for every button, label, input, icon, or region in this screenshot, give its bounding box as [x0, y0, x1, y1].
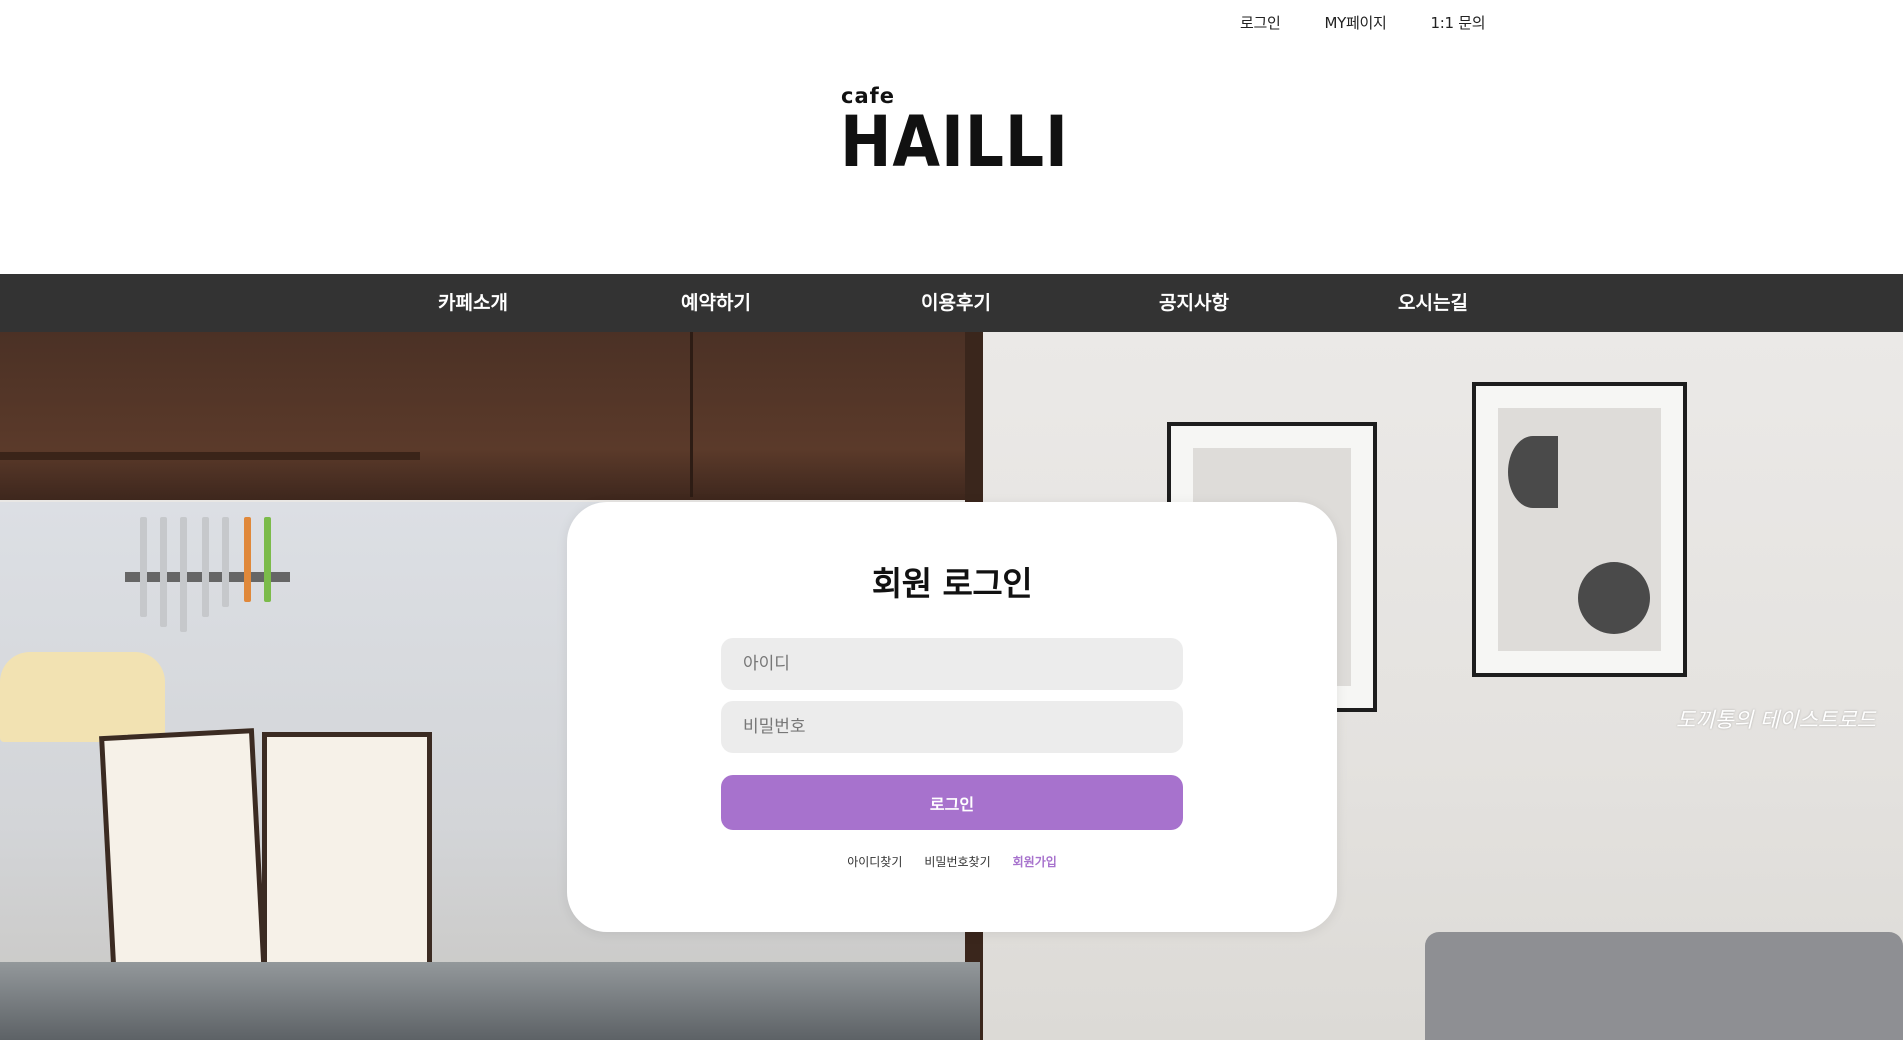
logo-hailli-text: HAILLI: [840, 101, 1069, 183]
site-logo[interactable]: cafe HAILLI: [840, 84, 1070, 184]
wall-art-half-circle: [1508, 436, 1558, 508]
login-card: 회원 로그인 로그인 아이디찾기 비밀번호찾기 회원가입: [567, 502, 1337, 932]
top-utility-links: 로그인 MY페이지 1:1 문의: [1240, 12, 1529, 32]
nav-item-cafe-intro[interactable]: 카페소개: [403, 274, 543, 332]
nav-item-notice[interactable]: 공지사항: [1124, 274, 1264, 332]
knife: [264, 517, 271, 602]
find-password-link[interactable]: 비밀번호찾기: [924, 853, 990, 870]
knife: [140, 517, 147, 617]
signup-link[interactable]: 회원가입: [1013, 853, 1057, 870]
top-inquiry-link[interactable]: 1:1 문의: [1431, 12, 1486, 32]
hero-shelf: [0, 452, 420, 460]
knife: [202, 517, 209, 617]
login-helper-links: 아이디찾기 비밀번호찾기 회원가입: [567, 853, 1337, 870]
top-mypage-link[interactable]: MY페이지: [1325, 12, 1387, 32]
login-id-input[interactable]: [721, 638, 1183, 690]
wall-art-circle: [1578, 562, 1650, 634]
nav-item-reviews[interactable]: 이용후기: [886, 274, 1026, 332]
lamp-shade: [0, 652, 165, 742]
counter: [0, 962, 980, 1040]
wall-art-frame-right: [1472, 382, 1687, 677]
login-submit-button[interactable]: 로그인: [721, 775, 1183, 830]
login-password-input[interactable]: [721, 701, 1183, 753]
knife: [180, 517, 187, 632]
hero-cabinet: [0, 332, 980, 500]
login-title: 회원 로그인: [871, 564, 1033, 603]
photo-watermark: 도끼통의 테이스트로드: [1676, 708, 1876, 732]
top-login-link[interactable]: 로그인: [1240, 12, 1281, 32]
hero-cabinet-divider: [690, 332, 693, 497]
knife: [160, 517, 167, 627]
knife: [244, 517, 251, 602]
sofa: [1425, 932, 1903, 1040]
nav-item-reservation[interactable]: 예약하기: [646, 274, 786, 332]
knife: [222, 517, 229, 607]
main-navigation: 카페소개 예약하기 이용후기 공지사항 오시는길: [0, 274, 1903, 332]
nav-item-directions[interactable]: 오시는길: [1363, 274, 1503, 332]
find-id-link[interactable]: 아이디찾기: [847, 853, 902, 870]
